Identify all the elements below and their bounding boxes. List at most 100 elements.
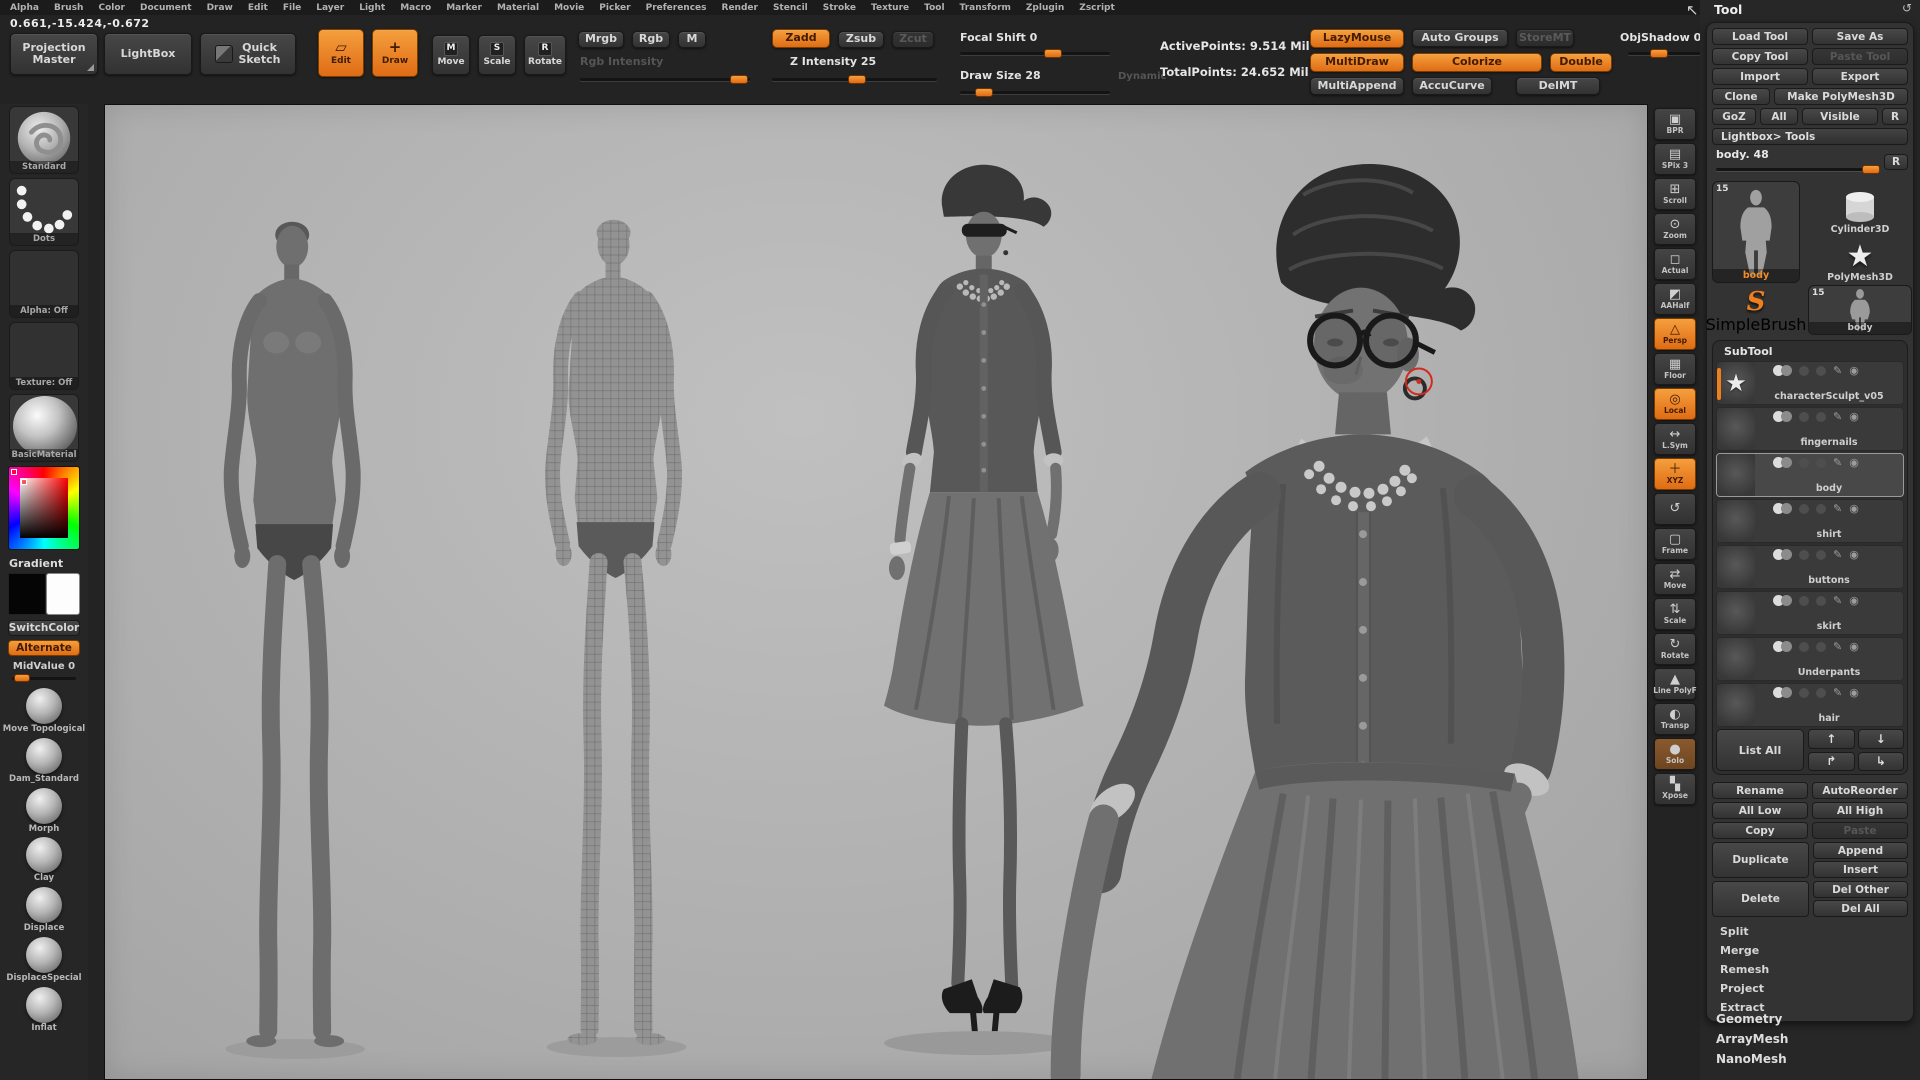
menu-item[interactable]: Draw bbox=[207, 3, 233, 13]
texture-thumbnail[interactable]: Texture: Off bbox=[9, 322, 79, 390]
menu-item[interactable]: Picker bbox=[599, 3, 630, 13]
shelf-button[interactable]: ⇅ Scale bbox=[1654, 598, 1696, 630]
rotate-button[interactable]: R Rotate bbox=[524, 35, 566, 75]
quick-sketch-button[interactable]: Quick Sketch bbox=[200, 33, 296, 75]
shelf-button[interactable]: ↻ Rotate bbox=[1654, 633, 1696, 665]
switchcolor-button[interactable]: SwitchColor bbox=[8, 620, 80, 636]
brush-shortcut[interactable]: Move Topological bbox=[2, 688, 86, 735]
visible-button[interactable]: Visible bbox=[1802, 108, 1878, 125]
polypaint-icon[interactable]: ✎ bbox=[1833, 365, 1842, 376]
menu-item[interactable]: Color bbox=[98, 3, 125, 13]
all-low-button[interactable]: All Low bbox=[1712, 802, 1808, 819]
palette-header[interactable]: NanoMesh bbox=[1716, 1052, 1788, 1066]
active-tool-thumbnail[interactable]: 15 body bbox=[1712, 181, 1800, 283]
visibility-toggle-icon[interactable] bbox=[1773, 365, 1792, 376]
stroke-thumbnail[interactable]: Dots bbox=[9, 178, 79, 246]
shelf-button[interactable]: ◎ Local bbox=[1654, 388, 1696, 420]
rgb-button[interactable]: Rgb bbox=[632, 31, 670, 48]
import-button[interactable]: Import bbox=[1712, 68, 1808, 85]
shelf-button[interactable]: ▲ Line PolyF bbox=[1654, 668, 1696, 700]
all-high-button[interactable]: All High bbox=[1812, 802, 1908, 819]
visibility-toggle-icon[interactable] bbox=[1773, 411, 1792, 422]
menu-item[interactable]: Light bbox=[359, 3, 385, 13]
make-polymesh3d-button[interactable]: Make PolyMesh3D bbox=[1774, 88, 1908, 105]
simplebrush-tool[interactable]: S SimpleBrush bbox=[1712, 287, 1800, 335]
shelf-button[interactable]: △ Persp bbox=[1654, 318, 1696, 350]
figure-wireframe[interactable] bbox=[553, 220, 675, 1045]
subtool-move-in-button[interactable]: ↳ bbox=[1858, 752, 1905, 772]
delete-button[interactable]: Delete bbox=[1712, 881, 1809, 917]
visibility-toggle-icon[interactable] bbox=[1773, 549, 1792, 560]
toggle-icon[interactable] bbox=[1799, 596, 1809, 606]
del-all-button[interactable]: Del All bbox=[1813, 900, 1908, 917]
menu-item[interactable]: Document bbox=[140, 3, 192, 13]
lazymouse-button[interactable]: LazyMouse bbox=[1310, 29, 1404, 48]
menu-item[interactable]: Marker bbox=[446, 3, 482, 13]
menu-item[interactable]: Macro bbox=[400, 3, 431, 13]
menu-item[interactable]: Edit bbox=[248, 3, 268, 13]
document-canvas[interactable] bbox=[104, 104, 1648, 1080]
visibility-toggle-icon[interactable] bbox=[1773, 457, 1792, 468]
menu-item[interactable]: Transform bbox=[960, 3, 1011, 13]
rgb-intensity-slider[interactable] bbox=[580, 75, 750, 84]
projection-master-button[interactable]: Projection Master bbox=[10, 33, 98, 75]
tool-slider[interactable] bbox=[1716, 165, 1878, 174]
eye-icon[interactable]: ◉ bbox=[1849, 595, 1859, 606]
visibility-toggle-icon[interactable] bbox=[1773, 641, 1792, 652]
draw-button[interactable]: + Draw bbox=[372, 29, 418, 77]
shelf-button[interactable]: ⊙ Zoom bbox=[1654, 213, 1696, 245]
menu-item[interactable]: Tool bbox=[924, 3, 944, 13]
all-button[interactable]: All bbox=[1760, 108, 1798, 125]
polypaint-icon[interactable]: ✎ bbox=[1833, 503, 1842, 514]
menu-item[interactable]: Texture bbox=[871, 3, 909, 13]
menu-item[interactable]: Stencil bbox=[773, 3, 808, 13]
r-button[interactable]: R bbox=[1882, 108, 1908, 125]
subtool-row[interactable]: ✎ ◉ fingernails bbox=[1716, 407, 1904, 451]
subtool-operation[interactable]: Remesh bbox=[1712, 962, 1908, 977]
menu-item[interactable]: Zplugin bbox=[1026, 3, 1064, 13]
visibility-toggle-icon[interactable] bbox=[1773, 503, 1792, 514]
menu-item[interactable]: File bbox=[283, 3, 301, 13]
material-thumbnail[interactable]: BasicMaterial bbox=[9, 394, 79, 462]
brush-shortcut[interactable]: DisplaceSpecial bbox=[2, 937, 86, 984]
subtool-up-button[interactable]: ↑ bbox=[1808, 729, 1855, 749]
edit-button[interactable]: ▱ Edit bbox=[318, 29, 364, 77]
shelf-button[interactable]: ▣ BPR bbox=[1654, 108, 1696, 140]
toggle-icon[interactable] bbox=[1799, 458, 1809, 468]
toggle-icon[interactable] bbox=[1816, 458, 1826, 468]
toggle-icon[interactable] bbox=[1799, 642, 1809, 652]
subtool-row[interactable]: ✎ ◉ shirt bbox=[1716, 499, 1904, 543]
brush-shortcut[interactable]: Dam_Standard bbox=[2, 738, 86, 785]
draw-size-slider[interactable] bbox=[960, 88, 1110, 97]
auto-groups-button[interactable]: Auto Groups bbox=[1412, 29, 1508, 47]
toggle-icon[interactable] bbox=[1816, 366, 1826, 376]
shelf-button[interactable]: ▚ Xpose bbox=[1654, 773, 1696, 805]
secondary-color-swatch[interactable] bbox=[46, 573, 80, 615]
eye-icon[interactable]: ◉ bbox=[1849, 365, 1859, 376]
del-other-button[interactable]: Del Other bbox=[1813, 881, 1908, 898]
color-picker[interactable] bbox=[8, 466, 80, 550]
focal-shift-slider[interactable] bbox=[960, 49, 1110, 58]
subtool-row[interactable]: ✎ ◉ Underpants bbox=[1716, 637, 1904, 681]
subtool-operation[interactable]: Merge bbox=[1712, 943, 1908, 958]
clone-button[interactable]: Clone bbox=[1712, 88, 1770, 105]
shelf-button[interactable]: ⇄ Move bbox=[1654, 563, 1696, 595]
eye-icon[interactable]: ◉ bbox=[1849, 503, 1859, 514]
shelf-button[interactable]: ↺ bbox=[1654, 493, 1696, 525]
toggle-icon[interactable] bbox=[1799, 688, 1809, 698]
colorize-button[interactable]: Colorize bbox=[1412, 53, 1542, 72]
subtool-row[interactable]: ✎ ◉ skirt bbox=[1716, 591, 1904, 635]
lightbox-tools-bar[interactable]: Lightbox> Tools bbox=[1712, 128, 1908, 145]
autoreorder-button[interactable]: AutoReorder bbox=[1812, 782, 1908, 799]
mrgb-button[interactable]: Mrgb bbox=[578, 31, 624, 48]
alpha-thumbnail[interactable]: Alpha: Off bbox=[9, 250, 79, 318]
subtool-row[interactable]: ✎ ◉ body bbox=[1716, 453, 1904, 497]
reset-icon[interactable]: ↺ bbox=[1902, 1, 1912, 15]
brush-shortcut[interactable]: Clay bbox=[2, 837, 86, 884]
menu-item[interactable]: Alpha bbox=[10, 3, 39, 13]
menu-item[interactable]: Layer bbox=[316, 3, 344, 13]
polypaint-icon[interactable]: ✎ bbox=[1833, 549, 1842, 560]
multiappend-button[interactable]: MultiAppend bbox=[1310, 77, 1404, 95]
eye-icon[interactable]: ◉ bbox=[1849, 457, 1859, 468]
shelf-button[interactable]: ↔ L.Sym bbox=[1654, 423, 1696, 455]
